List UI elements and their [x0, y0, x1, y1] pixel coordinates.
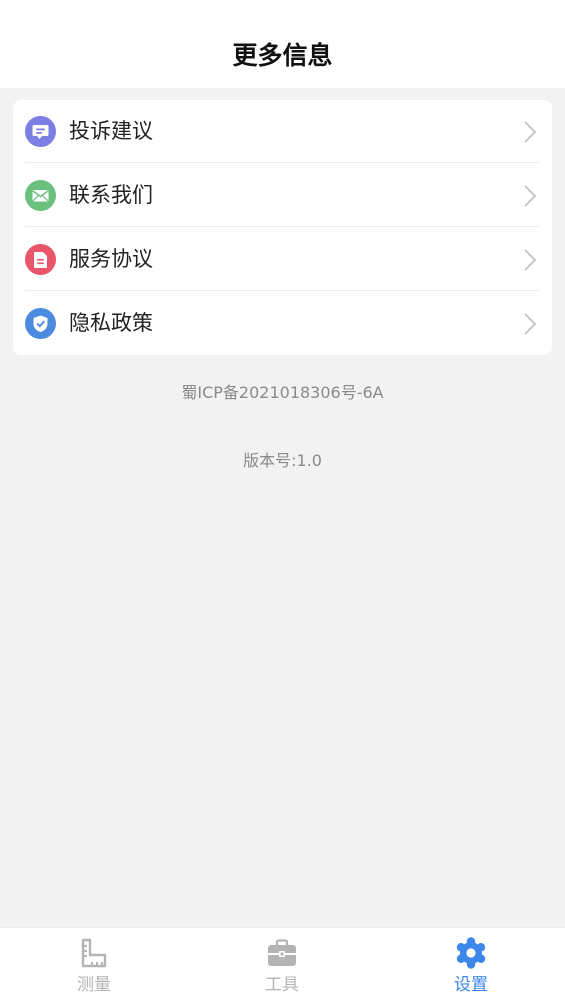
- menu-item-label: 联系我们: [69, 183, 153, 207]
- feedback-icon: [25, 116, 56, 147]
- toolbox-icon: [268, 939, 296, 966]
- page-title: 更多信息: [232, 41, 333, 70]
- divider: [25, 162, 539, 163]
- ruler-icon: [81, 938, 107, 968]
- menu-item-label: 投诉建议: [69, 119, 153, 143]
- tab-label: 工具: [265, 975, 299, 995]
- header-bar: 更多信息: [0, 0, 565, 88]
- chevron-right-icon: [524, 249, 536, 271]
- menu-item-label: 服务协议: [69, 247, 153, 271]
- menu-item-feedback[interactable]: 投诉建议: [13, 100, 552, 163]
- chevron-right-icon: [524, 185, 536, 207]
- gear-icon: [456, 937, 486, 969]
- chevron-right-icon: [524, 313, 536, 335]
- bottom-tab-bar: 测量 工具 设置: [0, 927, 565, 1004]
- shield-icon: [25, 308, 56, 339]
- menu-item-privacy-policy[interactable]: 隐私政策: [13, 292, 552, 355]
- tab-tools[interactable]: 工具: [188, 928, 376, 1004]
- divider: [25, 226, 539, 227]
- mail-icon: [25, 180, 56, 211]
- menu-card: 投诉建议 联系我们 服务协议 隐私政策: [13, 100, 552, 355]
- menu-item-contact[interactable]: 联系我们: [13, 164, 552, 227]
- more-info-page: 更多信息 投诉建议 联系我们 服务协议 隐私政策 蜀ICP备2021018306…: [0, 0, 565, 1004]
- tab-settings[interactable]: 设置: [377, 928, 565, 1004]
- tab-label: 测量: [77, 975, 111, 995]
- divider: [25, 290, 539, 291]
- tab-measure[interactable]: 测量: [0, 928, 188, 1004]
- icp-license-text[interactable]: 蜀ICP备2021018306号-6A: [0, 381, 565, 405]
- tab-label: 设置: [454, 975, 488, 995]
- menu-item-label: 隐私政策: [69, 311, 153, 335]
- document-icon: [25, 244, 56, 275]
- chevron-right-icon: [524, 121, 536, 143]
- menu-item-service-agreement[interactable]: 服务协议: [13, 228, 552, 291]
- version-text: 版本号:1.0: [243, 451, 322, 470]
